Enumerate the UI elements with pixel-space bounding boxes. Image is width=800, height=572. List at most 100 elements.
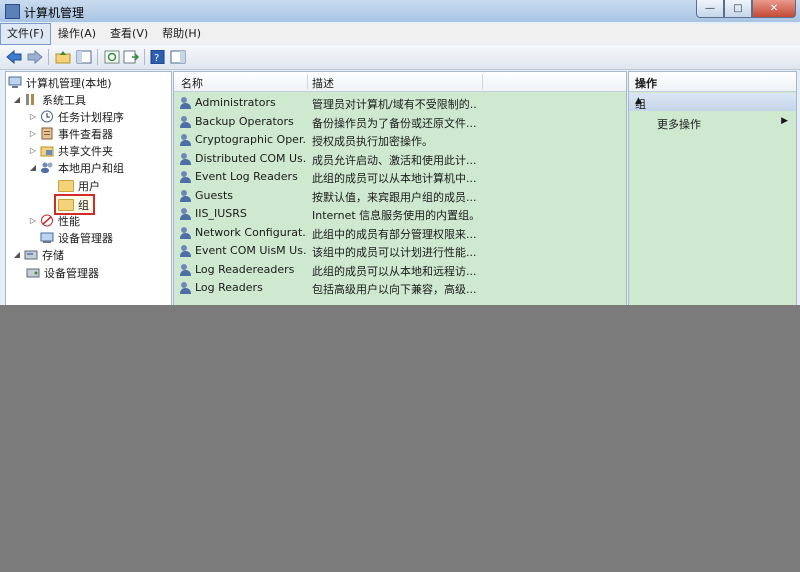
group-description: 此组中的成员有部分管理权限来...	[312, 227, 477, 241]
export-list-icon[interactable]	[123, 49, 139, 65]
tree-item-users[interactable]: 用户	[58, 177, 100, 194]
shared-folder-icon	[40, 144, 54, 157]
tree-item-label: 组	[78, 198, 89, 212]
group-name: Administrators	[195, 96, 276, 109]
column-divider[interactable]	[482, 74, 483, 89]
toolbar-separator	[144, 49, 145, 65]
title-bar[interactable]: 计算机管理 — □ ✕	[0, 0, 800, 22]
expand-arrow-icon[interactable]: ▷	[28, 129, 38, 138]
minimize-button[interactable]: —	[696, 0, 724, 18]
tree-item-local-users-groups[interactable]: ◢ 本地用户和组	[28, 159, 124, 176]
back-arrow-icon[interactable]	[6, 49, 22, 65]
collapse-arrow-icon[interactable]: ◢	[12, 95, 22, 104]
tree-item-shared-folders[interactable]: ▷ 共享文件夹	[28, 142, 113, 159]
submenu-arrow-icon: ▶	[781, 116, 788, 126]
expand-arrow-icon[interactable]: ▷	[28, 216, 38, 225]
more-actions-item[interactable]: 更多操作	[657, 116, 701, 132]
group-description: 该组中的成员可以计划进行性能...	[312, 246, 477, 259]
tree-item-label: 事件查看器	[58, 127, 113, 141]
expand-arrow-icon[interactable]: ▷	[28, 146, 38, 155]
collapse-up-icon[interactable]: ▲	[635, 96, 790, 106]
table-row[interactable]: Event COM UisM Us... 该组中的成员可以计划进行性能...	[174, 242, 626, 260]
menu-action[interactable]: 操作(A)	[51, 23, 103, 45]
group-description: 成员允许启动、激活和使用此计...	[312, 153, 477, 167]
group-description: 此组的成员可以从本地计算机中...	[312, 172, 477, 185]
tree-item-disk-management[interactable]: 设备管理器	[26, 264, 99, 281]
group-icon	[180, 263, 193, 276]
menu-file[interactable]: 文件(F)	[0, 23, 51, 45]
group-description: 管理员对计算机/域有不受限制的...	[312, 98, 477, 111]
folder-icon	[58, 198, 74, 211]
list-header: 名称 描述	[174, 72, 626, 92]
show-hide-tree-icon[interactable]	[76, 49, 92, 65]
toolbar-separator	[48, 49, 49, 65]
table-row[interactable]: Event Log Readers 此组的成员可以从本地计算机中...	[174, 168, 626, 186]
group-icon	[180, 282, 193, 294]
folder-icon	[58, 179, 74, 192]
actions-section-groups[interactable]: 组 ▲	[629, 93, 796, 111]
toolbar-separator	[97, 49, 98, 65]
menu-view[interactable]: 查看(V)	[103, 23, 155, 45]
tree-item-system-tools[interactable]: ◢ 系统工具	[12, 91, 86, 108]
tree-item-device-manager[interactable]: 设备管理器	[40, 229, 113, 246]
table-row[interactable]: Network Configurat... 此组中的成员有部分管理权限来...	[174, 224, 626, 242]
table-row[interactable]: Guests 按默认值，来宾跟用户组的成员...	[174, 187, 626, 205]
svg-text:?: ?	[154, 53, 159, 64]
actions-header: 操作	[629, 72, 796, 92]
actions-pane: 操作 组 ▲ 更多操作 ▶	[628, 71, 797, 305]
tree-item-label: 系统工具	[42, 93, 86, 107]
group-name: Log Readereaders	[195, 262, 295, 276]
table-row[interactable]: Cryptographic Oper... 授权成员执行加密操作。	[174, 131, 626, 149]
table-row[interactable]: Backup Operators 备份操作员为了备份或还原文件...	[174, 113, 626, 131]
forward-arrow-icon[interactable]	[27, 49, 43, 65]
group-name: Guests	[195, 188, 234, 202]
tree-item-task-scheduler[interactable]: ▷ 任务计划程序	[28, 108, 124, 125]
group-icon	[180, 97, 193, 109]
maximize-button[interactable]: □	[724, 0, 752, 18]
column-divider[interactable]	[307, 74, 308, 89]
up-folder-icon[interactable]	[55, 49, 71, 65]
close-button[interactable]: ✕	[752, 0, 796, 18]
group-icon	[180, 245, 193, 257]
collapse-arrow-icon[interactable]: ◢	[12, 250, 22, 259]
table-row[interactable]: IIS_IUSRS Internet 信息服务使用的内置组。	[174, 205, 626, 223]
collapse-arrow-icon[interactable]: ◢	[28, 163, 38, 172]
tree-item-label: 共享文件夹	[58, 144, 113, 158]
toolbar: ?	[0, 45, 800, 70]
column-header-description[interactable]: 描述	[312, 75, 334, 91]
tree-item-label: 用户	[78, 179, 100, 193]
refresh-icon[interactable]	[104, 49, 120, 65]
tree-item-event-viewer[interactable]: ▷ 事件查看器	[28, 125, 113, 142]
group-description: 按默认值，来宾跟用户组的成员...	[312, 190, 477, 204]
group-name: IIS_IUSRS	[195, 207, 247, 220]
group-icon	[180, 189, 193, 202]
disk-management-icon	[26, 266, 40, 279]
table-row[interactable]: Log Readereaders 此组的成员可以从本地和远程访...	[174, 261, 626, 279]
menu-bar: 文件(F) 操作(A) 查看(V) 帮助(H)	[0, 23, 800, 45]
help-icon[interactable]: ?	[150, 49, 166, 65]
table-row[interactable]: Administrators 管理员对计算机/域有不受限制的...	[174, 94, 626, 112]
computer-management-window: 计算机管理 — □ ✕ 文件(F) 操作(A) 查看(V) 帮助(H) ? 计算…	[0, 0, 800, 305]
group-description: 备份操作员为了备份或还原文件...	[312, 116, 477, 130]
table-row[interactable]: Log Readers 包括高级用户以向下兼容，高级...	[174, 279, 626, 297]
show-hide-action-pane-icon[interactable]	[170, 49, 186, 65]
group-name: Event COM UisM Us...	[195, 244, 307, 257]
menu-help[interactable]: 帮助(H)	[155, 23, 208, 45]
window-title: 计算机管理	[24, 6, 85, 20]
tree-item-label: 本地用户和组	[58, 161, 124, 175]
group-icon	[180, 134, 193, 146]
table-row[interactable]: Distributed COM Us... 成员允许启动、激活和使用此计...	[174, 150, 626, 168]
window-controls: — □ ✕	[696, 0, 796, 18]
users-group-icon	[40, 161, 54, 174]
tree-item-root[interactable]: 计算机管理(本地)	[8, 74, 112, 91]
tree-item-storage[interactable]: ◢ 存储	[12, 246, 64, 263]
column-header-name[interactable]: 名称	[181, 75, 203, 91]
tree-item-performance[interactable]: ▷ 性能	[28, 212, 80, 229]
expand-arrow-icon[interactable]: ▷	[28, 112, 38, 121]
group-icon	[180, 208, 193, 220]
group-name: Backup Operators	[195, 114, 294, 128]
group-icon	[180, 226, 193, 239]
group-description: 授权成员执行加密操作。	[312, 135, 433, 148]
tree-item-label: 存储	[42, 248, 64, 262]
tools-icon	[24, 93, 38, 106]
